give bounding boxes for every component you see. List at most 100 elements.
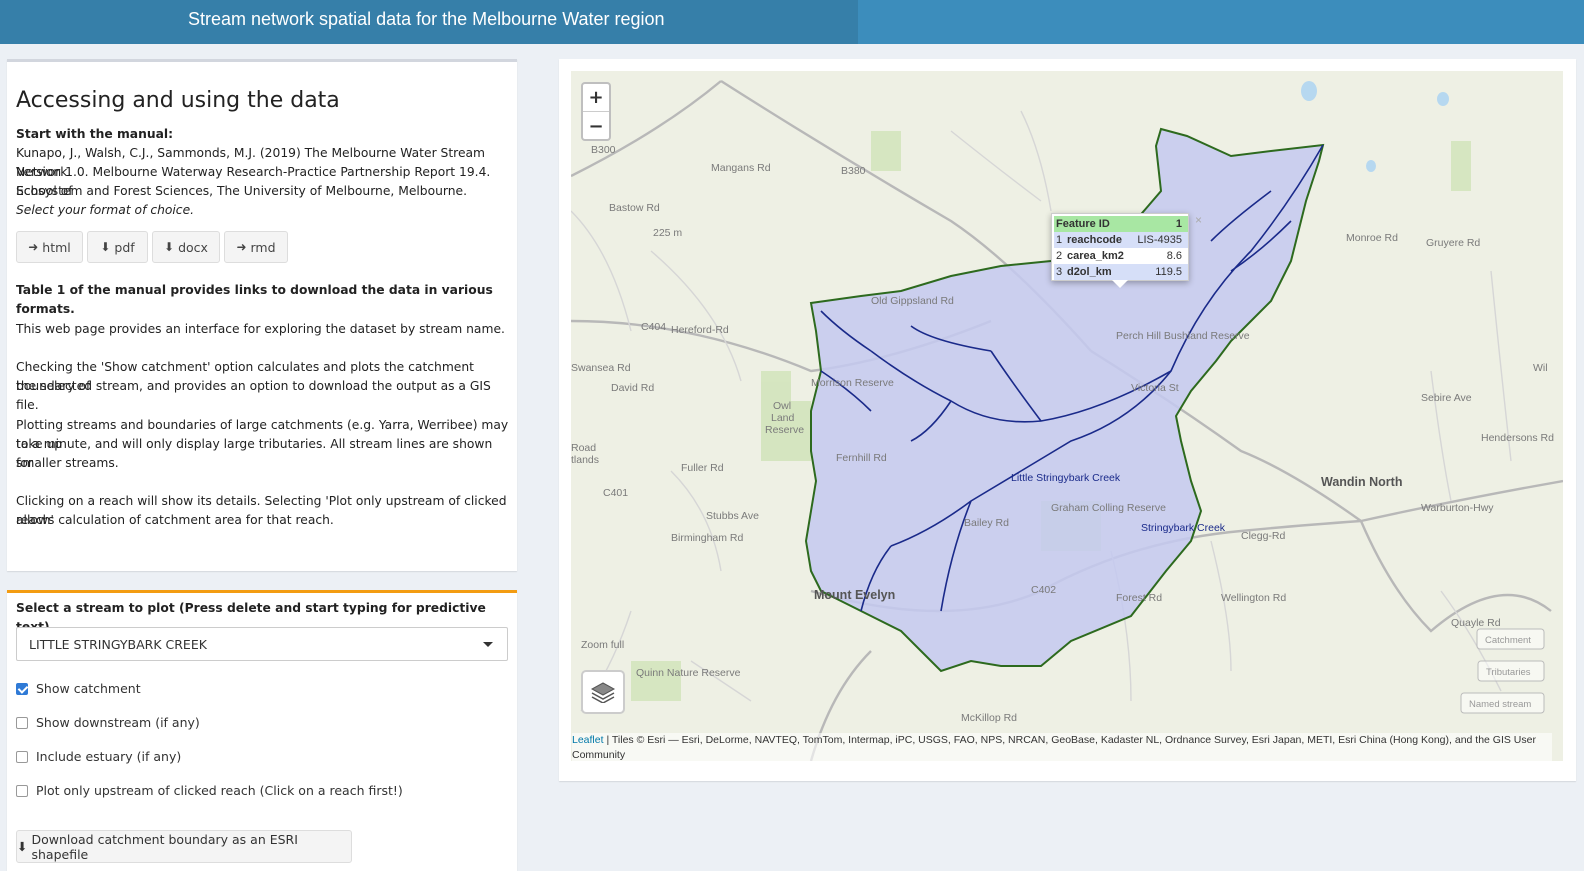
route-label-b300: B300 xyxy=(591,144,616,156)
popup-row-key: d2ol_km xyxy=(1064,264,1131,280)
route-label-c401: C401 xyxy=(603,487,628,499)
docx-button[interactable]: ⬇ docx xyxy=(152,231,220,263)
place-label-land: Land xyxy=(771,412,795,424)
para-3-line-3: smaller streams. xyxy=(16,456,119,470)
app-logo: Stream network spatial data for the Melb… xyxy=(0,0,858,44)
map-attribution: Leaflet | Tiles © Esri — Esri, DeLorme, … xyxy=(572,733,1552,763)
pdf-button-label: pdf xyxy=(114,239,135,255)
road-label-mckillop: McKillop Rd xyxy=(961,712,1017,724)
road-label-swansea: Swansea Rd xyxy=(571,362,631,374)
download-icon: ⬇ xyxy=(164,240,175,254)
road-label-warburton: Warburton-Hwy xyxy=(1421,502,1494,514)
road-label-quayle: Quayle Rd xyxy=(1451,617,1501,629)
feature-popup: Feature ID 1 1 reachcode LIS-4935 2 care… xyxy=(1051,213,1202,288)
selected-stream: LITTLE STRINGYBARK CREEK xyxy=(29,637,207,652)
para-1: This web page provides an interface for … xyxy=(16,322,505,336)
download-icon: ⬇ xyxy=(100,240,111,254)
map-canvas[interactable]: Wandin North Mount Evelyn Warburton-Hwy … xyxy=(571,71,1563,761)
checkbox-checked-icon[interactable] xyxy=(16,682,28,695)
place-label-owl: Owl xyxy=(773,400,791,412)
html-button[interactable]: ➜ html xyxy=(16,231,83,263)
layers-icon xyxy=(590,682,616,703)
road-label-oldgippsland: Old Gippsland Rd xyxy=(871,295,954,307)
citation-line-3: Ecosystem and Forest Sciences, The Unive… xyxy=(16,184,468,198)
download-shapefile-label: Download catchment boundary as an ESRI s… xyxy=(31,831,298,862)
route-label-b380: B380 xyxy=(841,165,866,177)
stream-select[interactable]: LITTLE STRINGYBARK CREEK xyxy=(16,627,508,661)
format-prompt: Select your format of choice. xyxy=(16,203,195,217)
road-label-gruyere: Gruyere Rd xyxy=(1426,237,1480,249)
intro-heading: Accessing and using the data xyxy=(16,88,340,113)
road-label-birmingham: Birmingham Rd xyxy=(671,532,744,544)
caret-down-icon xyxy=(483,642,493,647)
download-shapefile-button[interactable]: ⬇ Download catchment boundary as an ESRI… xyxy=(16,830,352,863)
road-label-sebire: Sebire Ave xyxy=(1421,392,1472,404)
road-label-fuller: Fuller Rd xyxy=(681,462,724,474)
route-label-c404: C404 xyxy=(641,321,666,333)
include-estuary-checkbox[interactable]: Include estuary (if any) xyxy=(16,749,181,764)
elevation-label: 225 m xyxy=(653,227,682,239)
road-label-hendersons: Hendersons Rd xyxy=(1481,432,1554,444)
road-label-victoria: Victoria St xyxy=(1131,382,1179,394)
checkbox-icon[interactable] xyxy=(16,716,28,729)
road-label-monroe: Monroe Rd xyxy=(1346,232,1398,244)
road-label-forest: Forest Rd xyxy=(1116,592,1162,604)
checkbox-icon[interactable] xyxy=(16,750,28,763)
plot-upstream-checkbox[interactable]: Plot only upstream of clicked reach (Cli… xyxy=(16,783,403,798)
road-label-stubbs: Stubbs Ave xyxy=(706,510,759,522)
place-label-perch-hill: Perch Hill Bushland Reserve xyxy=(1116,330,1250,342)
app-title: Stream network spatial data for the Melb… xyxy=(188,9,665,29)
road-label-fernhill: Fernhill Rd xyxy=(836,452,887,464)
road-label-hereford: Hereford-Rd xyxy=(671,324,729,336)
named-stream-layer-button[interactable]: Named stream xyxy=(1469,699,1531,710)
catchment-layer-button[interactable]: Catchment xyxy=(1485,635,1531,646)
place-label-quinn: Quinn Nature Reserve xyxy=(636,667,741,679)
checkbox-label: Include estuary (if any) xyxy=(36,749,182,764)
show-catchment-checkbox[interactable]: Show catchment xyxy=(16,681,141,696)
popup-header-value: 1 xyxy=(1130,216,1188,232)
popup-row-index: 2 xyxy=(1056,250,1063,262)
circle-arrow-right-icon: ➜ xyxy=(236,240,247,254)
road-label-mangans: Mangans Rd xyxy=(711,162,771,174)
layers-button[interactable] xyxy=(581,670,625,714)
pdf-button[interactable]: ⬇ pdf xyxy=(87,231,148,263)
popup-close-icon[interactable]: × xyxy=(1195,213,1202,227)
table-note: Table 1 of the manual provides links to … xyxy=(16,283,493,317)
circle-arrow-right-icon: ➜ xyxy=(28,240,39,254)
popup-row-value: LIS-4935 xyxy=(1130,232,1188,248)
checkbox-label: Show catchment xyxy=(36,681,141,696)
feature-table: Feature ID 1 1 reachcode LIS-4935 2 care… xyxy=(1054,216,1188,280)
html-button-label: html xyxy=(42,239,71,255)
route-label-c402: C402 xyxy=(1031,584,1056,596)
popup-header-key: Feature ID xyxy=(1054,216,1131,232)
rmd-button[interactable]: ➜ rmd xyxy=(224,231,288,263)
zoom-full-label: Zoom full xyxy=(581,639,624,651)
place-label-road: Road xyxy=(571,442,596,454)
popup-row-key: reachcode xyxy=(1064,232,1131,248)
popup-row-key: carea_km2 xyxy=(1066,250,1124,262)
zoom-control: + − xyxy=(581,82,611,141)
stream-label-lsbc: Little Stringybark Creek xyxy=(1011,472,1121,484)
rmd-button-label: rmd xyxy=(250,239,276,255)
docx-button-label: docx xyxy=(178,239,208,255)
para-2-line-2: the selected stream, and provides an opt… xyxy=(16,379,491,413)
show-downstream-checkbox[interactable]: Show downstream (if any) xyxy=(16,715,200,730)
road-label-bastow: Bastow Rd xyxy=(609,202,660,214)
para-4-line-2: allows calculation of catchment area for… xyxy=(16,513,334,527)
road-label-bailey: Bailey Rd xyxy=(964,517,1009,529)
zoom-out-button[interactable]: − xyxy=(583,112,609,140)
leaflet-map[interactable]: Wandin North Mount Evelyn Warburton-Hwy … xyxy=(571,71,1563,761)
place-label-wandin: Wandin North xyxy=(1321,475,1402,489)
tributaries-layer-button[interactable]: Tributaries xyxy=(1486,667,1531,678)
leaflet-link[interactable]: Leaflet xyxy=(572,734,604,746)
place-label-evelyn: Mount Evelyn xyxy=(814,588,895,602)
stream-label-sbc: Stringybark Creek xyxy=(1141,522,1226,534)
place-label-tlands: tlands xyxy=(571,454,599,466)
checkbox-icon[interactable] xyxy=(16,784,28,797)
attribution-text: | Tiles © Esri — Esri, DeLorme, NAVTEQ, … xyxy=(572,734,1536,761)
app-header: Stream network spatial data for the Melb… xyxy=(0,0,1584,44)
road-label-wellington: Wellington Rd xyxy=(1221,592,1286,604)
place-label-wil: Wil xyxy=(1533,362,1548,374)
zoom-in-button[interactable]: + xyxy=(583,84,609,112)
popup-row-index: 3 xyxy=(1054,264,1065,280)
